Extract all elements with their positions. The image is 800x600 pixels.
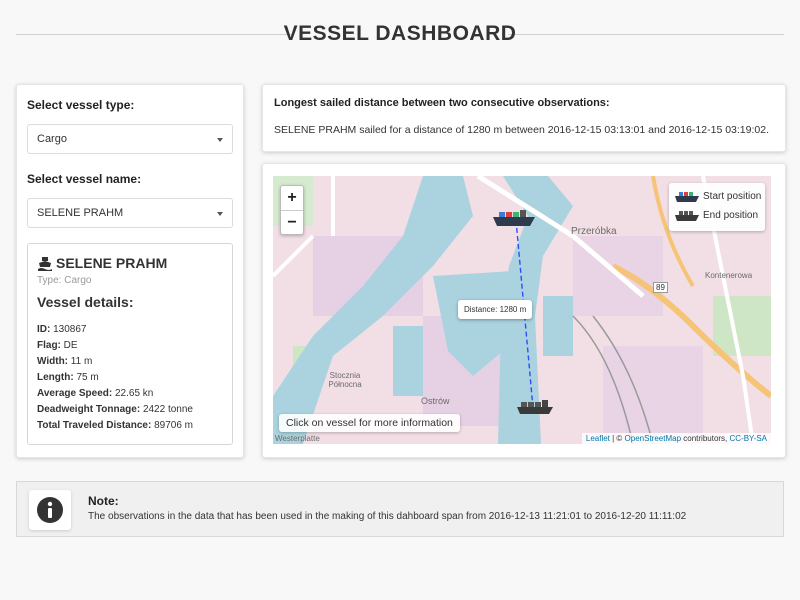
click-hint: Click on vessel for more information <box>279 414 460 432</box>
map-label-road-89: 89 <box>653 282 668 293</box>
detail-id: ID: 130867 <box>37 324 87 335</box>
zoom-out-button[interactable]: − <box>281 210 303 234</box>
end-ship-icon <box>675 211 699 221</box>
start-ship-icon <box>675 192 699 202</box>
map-label-ostrow: Ostrów <box>421 396 450 406</box>
leaflet-link[interactable]: Leaflet <box>586 434 610 443</box>
legend-end-label: End position <box>703 210 759 221</box>
map-label-kontenerowa: Kontenerowa <box>705 271 753 280</box>
map-attribution: Leaflet | © OpenStreetMap contributors, … <box>581 433 771 444</box>
info-icon-box <box>29 490 71 530</box>
osm-link[interactable]: OpenStreetMap <box>625 434 681 443</box>
page-title: VESSEL DASHBOARD <box>283 22 517 45</box>
longest-distance-title: Longest sailed distance between two cons… <box>274 97 610 109</box>
map-label-stocznia: Stocznia Północna <box>328 371 362 389</box>
detail-total-distance: Total Traveled Distance: 89706 m <box>37 420 193 431</box>
map-view[interactable]: Przeróbka Ostrów Stocznia Północna Konte… <box>273 176 771 444</box>
chevron-down-icon <box>217 138 223 142</box>
chevron-down-icon <box>217 212 223 216</box>
note-title: Note: <box>88 494 119 508</box>
note-panel: Note: The observations in the data that … <box>16 481 784 537</box>
vessel-filter-panel: Select vessel type: Cargo Select vessel … <box>16 84 244 458</box>
detail-flag: Flag: DE <box>37 340 78 351</box>
start-position-marker[interactable] <box>493 210 535 228</box>
zoom-in-button[interactable]: + <box>281 186 303 210</box>
distance-tooltip: Distance: 1280 m <box>458 300 533 319</box>
map-legend: Start position End position <box>669 183 765 231</box>
map-label-przerobka: Przeróbka <box>571 226 617 237</box>
vessel-type-value: Cargo <box>37 133 67 145</box>
end-position-marker[interactable] <box>517 400 553 416</box>
vessel-name-heading: SELENE PRAHM <box>56 255 168 271</box>
vessel-name-label: Select vessel name: <box>27 172 142 186</box>
vessel-type-text: Type: Cargo <box>37 275 92 286</box>
vessel-name-value: SELENE PRAHM <box>37 207 124 219</box>
detail-deadweight: Deadweight Tonnage: 2422 tonne <box>37 404 193 415</box>
ship-icon <box>38 257 52 271</box>
map-label-westerplatte: Westerplatte <box>275 434 320 443</box>
detail-length: Length: 75 m <box>37 372 99 383</box>
detail-average-speed: Average Speed: 22.65 kn <box>37 388 154 399</box>
longest-distance-panel: Longest sailed distance between two cons… <box>262 84 786 152</box>
vessel-type-select[interactable]: Cargo <box>27 124 233 154</box>
longest-distance-text: SELENE PRAHM sailed for a distance of 12… <box>274 124 769 136</box>
vessel-type-label: Select vessel type: <box>27 98 135 112</box>
note-text: The observations in the data that has be… <box>88 511 687 522</box>
zoom-control: + − <box>280 185 304 235</box>
vessel-details-card: SELENE PRAHM Type: Cargo Vessel details:… <box>27 243 233 445</box>
vessel-name-select[interactable]: SELENE PRAHM <box>27 198 233 228</box>
license-link[interactable]: CC-BY-SA <box>730 434 768 443</box>
vessel-details-heading: Vessel details: <box>37 294 134 310</box>
map-panel: Przeróbka Ostrów Stocznia Północna Konte… <box>262 163 786 458</box>
info-icon <box>37 497 63 523</box>
detail-width: Width: 11 m <box>37 356 93 367</box>
legend-start-label: Start position <box>703 191 762 202</box>
